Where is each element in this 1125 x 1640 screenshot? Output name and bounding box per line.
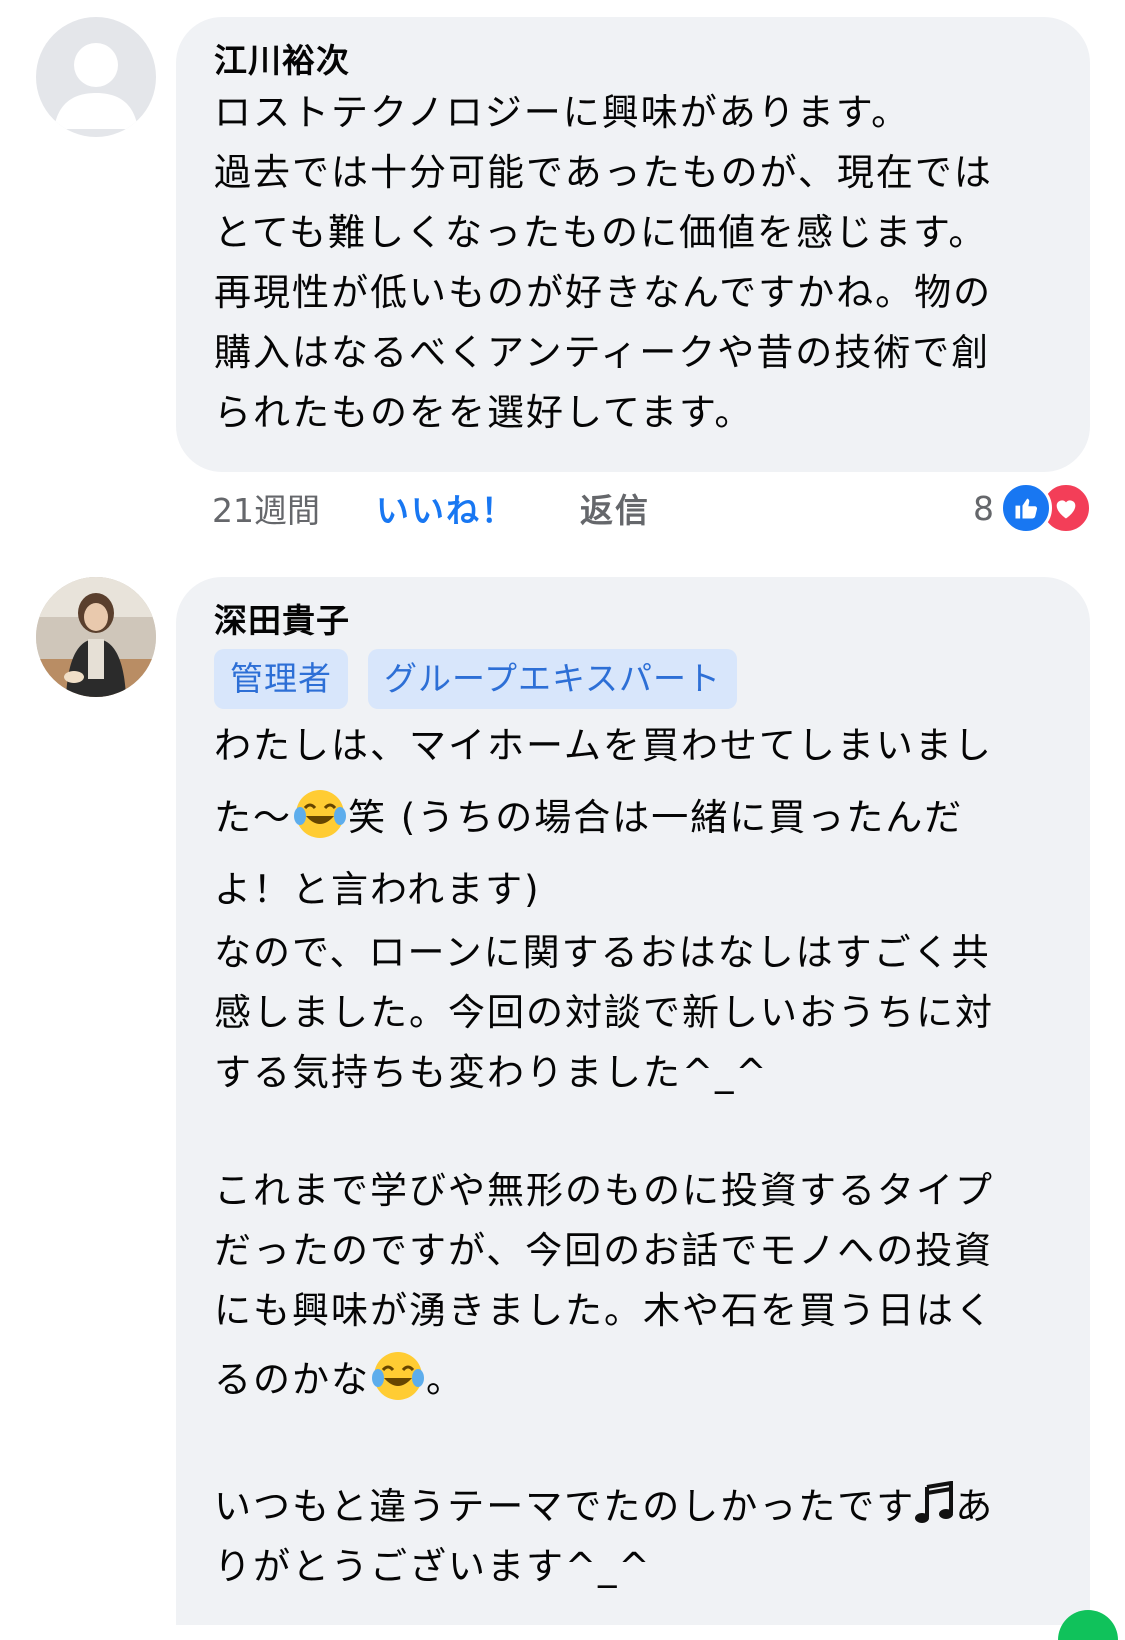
group-expert-badge[interactable]: グループエキスパート [368, 649, 738, 709]
comment-text-line: わたしは、マイホームを買わせてしまいまし [214, 724, 993, 767]
comment-text-line: 購入はなるべくアンティークや昔の技術で創 [214, 331, 991, 374]
comment-text-line: りがとうございます^_^ [214, 1545, 652, 1588]
comment-author[interactable]: 深田貴子 [214, 599, 1056, 643]
comment-text-line: 感しました。今回の対談で新しいおうちに対 [214, 991, 994, 1034]
comment-bubble: 江川裕次 ロストテクノロジーに興味があります。 過去では十分可能であったものが、… [176, 17, 1090, 472]
comment-text-line: だったのですが、今回のお話でモノへの投資 [214, 1229, 994, 1272]
avatar-default[interactable] [36, 17, 156, 137]
comment-text-line: する気持ちも変わりました^_^ [214, 1051, 769, 1094]
comment-text-line: ロストテクノロジーに興味があります。 [214, 91, 911, 134]
comment-text-line: とても難しくなったものに価値を感じます。 [214, 211, 988, 254]
comment-text-line: た〜 笑 (うちの場合は一緒に買ったんだ [214, 779, 1056, 857]
comment-timestamp[interactable]: 21週間 [212, 484, 320, 532]
reaction-count[interactable]: 8 [973, 489, 994, 528]
comment-text-line: られたものをを選好してます。 [214, 391, 754, 434]
comment-text-line: 過去では十分可能であったものが、現在では [214, 151, 993, 194]
comment-text-line: よ！と言われます) [214, 868, 541, 911]
admin-badge[interactable]: 管理者 [214, 649, 348, 709]
music-note-icon [915, 1481, 954, 1523]
avatar[interactable] [36, 577, 156, 697]
comment-text-line: るのかな 。 [214, 1341, 1056, 1419]
comment-bubble: 深田貴子 管理者 グループエキスパート わたしは、マイホームを買わせてしまいまし… [176, 577, 1090, 1625]
like-button[interactable]: いいね！ [376, 484, 516, 532]
comment-text-line: なので、ローンに関するおはなしはすごく共 [214, 931, 991, 974]
comment-author[interactable]: 江川裕次 [214, 39, 1056, 83]
person-silhouette-icon [54, 43, 138, 129]
avatar-photo [36, 577, 156, 697]
comment-text-line: にも興味が湧きました。木や石を買う日はく [214, 1289, 994, 1332]
comment-text-line: いつもと違うテーマでたのしかったです あ [214, 1477, 1056, 1537]
reaction-icons[interactable] [1000, 482, 1092, 534]
member-badges: 管理者 グループエキスパート [214, 649, 1056, 709]
face-with-tears-of-joy-icon [372, 1352, 424, 1400]
comment-actions: 21週間 いいね！ 返信 8 [212, 478, 1092, 538]
thumbs-up-icon [1000, 482, 1052, 534]
comment-text-line: これまで学びや無形のものに投資するタイプ [214, 1169, 994, 1212]
comment-text-line: 再現性が低いものが好きなんですかね。物の [214, 271, 993, 314]
reply-button[interactable]: 返信 [580, 484, 650, 532]
face-with-tears-of-joy-icon [294, 790, 346, 838]
